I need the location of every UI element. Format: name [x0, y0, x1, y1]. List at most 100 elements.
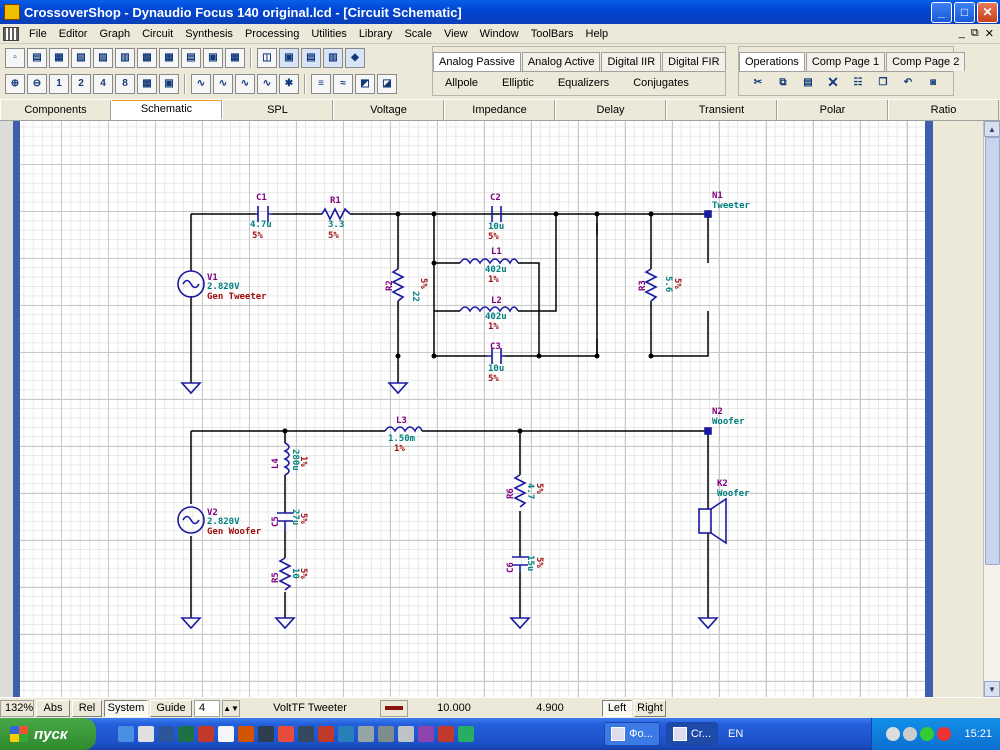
quicklaunch-app-icon[interactable]	[138, 726, 154, 742]
menu-view[interactable]: View	[438, 28, 474, 40]
tab-spl[interactable]: SPL	[222, 100, 333, 120]
app-icon[interactable]	[4, 4, 20, 20]
quicklaunch-isis-icon[interactable]	[338, 726, 354, 742]
print-icon[interactable]: ▨	[93, 47, 113, 68]
quicklaunch-folder-icon[interactable]	[398, 726, 414, 742]
save-as-icon[interactable]: ▧	[71, 47, 91, 68]
tab-ratio[interactable]: Ratio	[888, 100, 999, 120]
tab-polar[interactable]: Polar	[777, 100, 888, 120]
language-indicator[interactable]: EN	[728, 728, 743, 740]
save-icon[interactable]: ▦	[49, 47, 69, 68]
measure-icon[interactable]: ◫	[257, 47, 277, 68]
table-icon[interactable]: ▦	[159, 47, 179, 68]
document-icon[interactable]	[3, 26, 19, 41]
guide-button[interactable]: Guide	[150, 699, 192, 717]
menu-graph[interactable]: Graph	[93, 28, 136, 40]
taskbar-item-photo[interactable]: Фо...	[604, 722, 660, 746]
graph-c-icon[interactable]: ∿	[235, 73, 255, 94]
curve-icon[interactable]: ≈	[333, 73, 353, 94]
mdi-minimize-button[interactable]: _	[959, 27, 965, 40]
rel-button[interactable]: Rel	[72, 699, 102, 717]
quicklaunch-doc-icon[interactable]	[358, 726, 374, 742]
scroll-thumb[interactable]	[985, 137, 1000, 565]
tab-analog-active[interactable]: Analog Active	[521, 52, 601, 71]
open-file-icon[interactable]: ▤	[27, 47, 47, 68]
paste-icon[interactable]: ▤	[798, 73, 818, 93]
scroll-up-button[interactable]: ▲	[984, 121, 1000, 137]
paste-icon[interactable]: ▣	[203, 47, 223, 68]
copy-graph-icon[interactable]: ▥	[115, 47, 135, 68]
copy-icon[interactable]: ⧉	[773, 73, 793, 93]
tab-schematic[interactable]: Schematic	[111, 100, 222, 120]
redo-icon[interactable]: ◙	[923, 73, 943, 93]
quicklaunch-pen-icon[interactable]	[298, 726, 314, 742]
export-icon[interactable]: ▩	[137, 47, 157, 68]
tab-comp-page-1[interactable]: Comp Page 1	[805, 52, 886, 71]
tab-components[interactable]: Components	[0, 100, 111, 120]
menu-file[interactable]: File	[23, 28, 53, 40]
grid-icon[interactable]: ▦	[225, 47, 245, 68]
tab-digital-iir[interactable]: Digital IIR	[601, 52, 662, 71]
graph-e-icon[interactable]: ✱	[279, 73, 299, 94]
schematic-canvas[interactable]: C1 4.7u 5% R1 3.3 5% C2 10u 5% L1 402u 1…	[20, 121, 925, 697]
zoom-8x-icon[interactable]: 8	[115, 73, 135, 94]
zoom-fit-icon[interactable]: ▦	[137, 73, 157, 94]
menu-help[interactable]: Help	[580, 28, 615, 40]
guide-value-input[interactable]: 4	[194, 699, 220, 717]
clone-icon[interactable]: ❐	[873, 73, 893, 93]
vertical-scrollbar[interactable]: ▲ ▼	[983, 121, 1000, 697]
tray-antivirus-icon[interactable]	[937, 727, 952, 741]
quicklaunch-tool-icon[interactable]	[238, 726, 254, 742]
zoom-1x-icon[interactable]: 1	[49, 73, 69, 94]
quicklaunch-excel-icon[interactable]	[178, 726, 194, 742]
tab-comp-page-2[interactable]: Comp Page 2	[886, 52, 966, 71]
edit-icon[interactable]: ▥	[323, 47, 343, 68]
properties-icon[interactable]: ☷	[848, 73, 868, 93]
tab-transient[interactable]: Transient	[666, 100, 777, 120]
tab-operations[interactable]: Operations	[739, 52, 805, 71]
quicklaunch-ares-icon[interactable]	[318, 726, 334, 742]
menu-circuit[interactable]: Circuit	[136, 28, 179, 40]
close-button[interactable]: ✕	[977, 1, 998, 23]
start-button[interactable]: пуск	[0, 718, 96, 750]
place-icon[interactable]: ◆	[345, 47, 365, 68]
quicklaunch-search-icon[interactable]	[418, 726, 434, 742]
tab-delay[interactable]: Delay	[555, 100, 666, 120]
quicklaunch-cloud-icon[interactable]	[218, 726, 234, 742]
tab-impedance[interactable]: Impedance	[444, 100, 555, 120]
mdi-restore-button[interactable]: ⧉	[971, 27, 979, 40]
allpole-button[interactable]: Allpole	[433, 77, 490, 89]
tray-network-icon[interactable]	[886, 727, 901, 741]
equalizers-button[interactable]: Equalizers	[546, 77, 621, 89]
quicklaunch-word-icon[interactable]	[158, 726, 174, 742]
maximize-button[interactable]: □	[954, 1, 975, 23]
menu-processing[interactable]: Processing	[239, 28, 305, 40]
menu-scale[interactable]: Scale	[398, 28, 438, 40]
menu-toolbars[interactable]: ToolBars	[525, 28, 580, 40]
graph-a-icon[interactable]: ∿	[191, 73, 211, 94]
left-button[interactable]: Left	[602, 699, 632, 717]
quicklaunch-game-icon[interactable]	[258, 726, 274, 742]
quicklaunch-acrobat-icon[interactable]	[198, 726, 214, 742]
quicklaunch-media-icon[interactable]	[278, 726, 294, 742]
undo-icon[interactable]: ↶	[898, 73, 918, 93]
zoom-2x-icon[interactable]: 2	[71, 73, 91, 94]
clock[interactable]: 15:21	[964, 728, 992, 740]
menu-window[interactable]: Window	[474, 28, 525, 40]
zoom-in-icon[interactable]: ⊕	[5, 73, 25, 94]
wire-icon[interactable]: ▤	[301, 47, 321, 68]
tab-digital-fir[interactable]: Digital FIR	[662, 52, 726, 71]
cut-icon[interactable]: ✂	[748, 73, 768, 93]
abs-button[interactable]: Abs	[36, 699, 70, 717]
scroll-down-button[interactable]: ▼	[984, 681, 1000, 697]
conjugates-button[interactable]: Conjugates	[621, 77, 701, 89]
image-icon[interactable]: ◩	[355, 73, 375, 94]
list-icon[interactable]: ≡	[311, 73, 331, 94]
elliptic-button[interactable]: Elliptic	[490, 77, 546, 89]
new-file-icon[interactable]: ▫	[5, 47, 25, 68]
minimize-button[interactable]: _	[931, 1, 952, 23]
guide-spinner[interactable]: ▲▼	[222, 699, 240, 717]
zoom-window-icon[interactable]: ▣	[159, 73, 179, 94]
zoom-out-icon[interactable]: ⊖	[27, 73, 47, 94]
zoom-4x-icon[interactable]: 4	[93, 73, 113, 94]
